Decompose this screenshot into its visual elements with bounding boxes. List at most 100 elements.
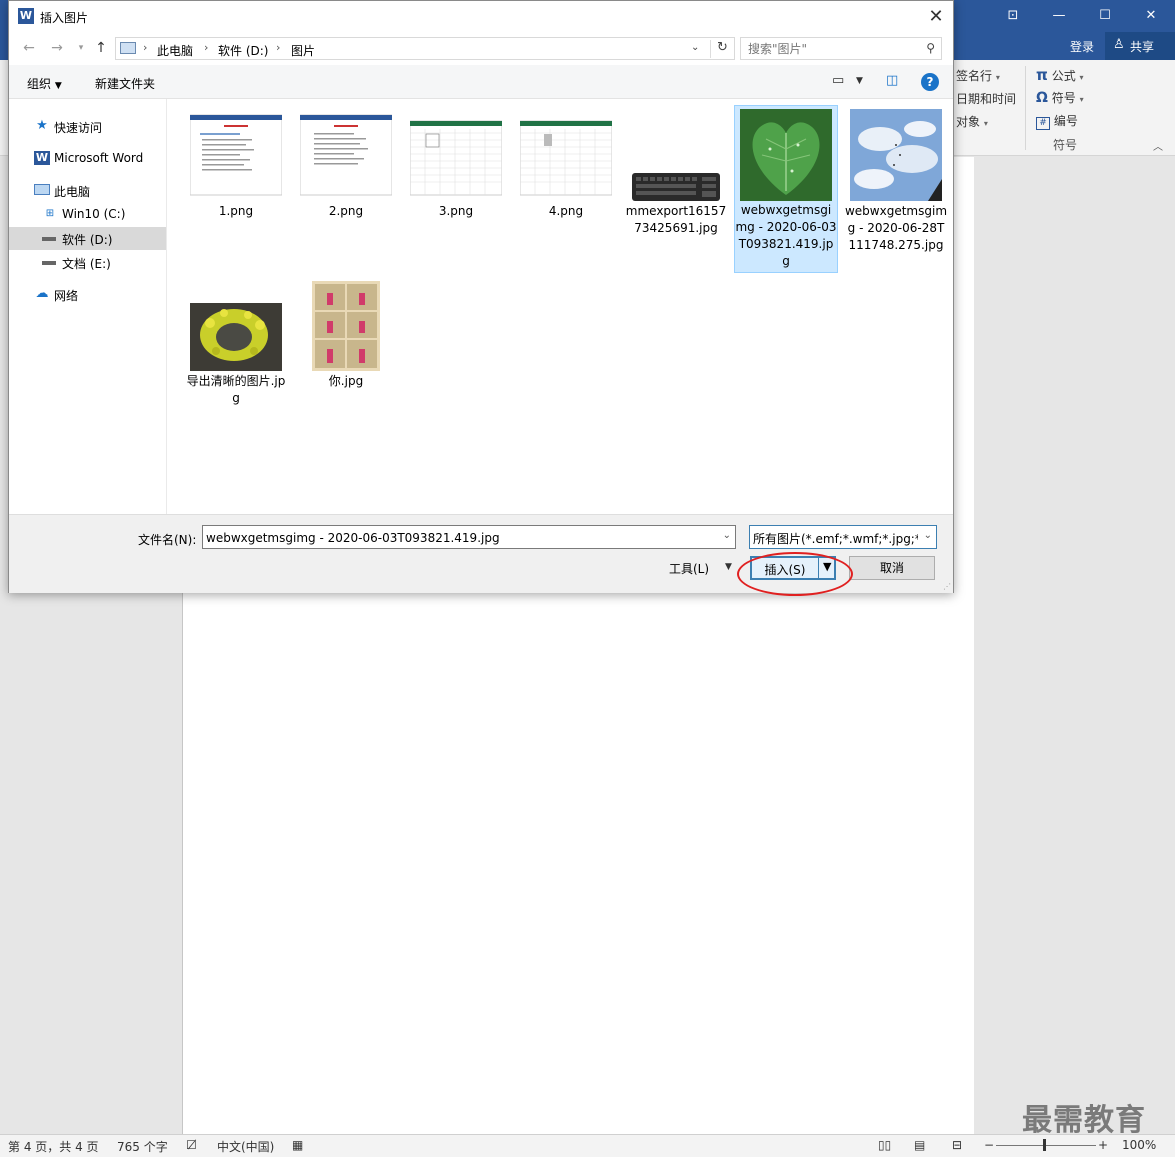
drive-icon <box>42 237 56 241</box>
ribbon-divider <box>1025 66 1026 150</box>
search-box[interactable]: ⚲ <box>740 37 942 60</box>
resize-grip-icon[interactable]: ⋰ <box>943 582 951 591</box>
zoom-out-icon[interactable]: − <box>984 1138 994 1152</box>
proofing-icon[interactable]: ☐̸ <box>186 1138 197 1152</box>
nav-item-network[interactable]: ☁ 网络 <box>9 283 166 306</box>
nav-item-drive-e[interactable]: 文档 (E:) <box>9 251 166 274</box>
number-button[interactable]: # 编号 <box>1036 112 1078 130</box>
word-count[interactable]: 765 个字 <box>117 1138 168 1155</box>
collapse-ribbon-icon[interactable]: ︿ <box>1153 138 1163 153</box>
web-layout-icon[interactable]: ⊟ <box>952 1138 962 1152</box>
file-item[interactable]: 2.png <box>294 103 398 223</box>
symbol-button[interactable]: Ω 符号 ▾ <box>1036 89 1084 106</box>
star-icon: ★ <box>36 118 48 133</box>
windows-drive-icon: ⊞ <box>45 208 55 219</box>
search-icon[interactable]: ⚲ <box>926 41 935 55</box>
help-icon[interactable]: ? <box>921 73 939 91</box>
chevron-right-icon: › <box>143 41 148 54</box>
breadcrumb-this-pc[interactable]: 此电脑 <box>157 42 193 59</box>
nav-item-label: 快速访问 <box>54 121 103 135</box>
keyboard-thumbnail <box>632 173 720 201</box>
share-button[interactable]: ♙ 共享 <box>1105 32 1175 60</box>
forward-icon[interactable]: → <box>47 38 67 58</box>
ribbon-display-icon[interactable]: ⊡ <box>990 0 1036 32</box>
close-icon[interactable]: ✕ <box>1128 0 1174 32</box>
object-label: 对象 <box>956 115 981 129</box>
login-link[interactable]: 登录 <box>1070 38 1094 55</box>
file-item[interactable]: 你.jpg <box>294 273 398 393</box>
macro-icon[interactable]: ▦ <box>292 1138 303 1152</box>
nav-item-label: 网络 <box>54 289 79 303</box>
file-item[interactable]: 3.png <box>404 103 508 223</box>
back-icon[interactable]: ← <box>19 38 39 58</box>
zoom-slider[interactable] <box>996 1145 1096 1146</box>
filename-input[interactable] <box>206 530 706 545</box>
tools-button[interactable]: 工具(L) <box>669 560 709 577</box>
file-name: 4.png <box>548 204 584 218</box>
collage-thumbnail <box>312 281 380 371</box>
file-name: mmexport1615773425691.jpg <box>625 204 727 235</box>
chevron-down-icon: ▾ <box>995 73 1000 82</box>
breadcrumb-pictures[interactable]: 图片 <box>291 42 315 59</box>
up-icon[interactable]: ↑ <box>91 38 111 58</box>
file-name: 你.jpg <box>328 374 364 388</box>
highlight-annotation <box>737 552 853 596</box>
zoom-level[interactable]: 100% <box>1122 1138 1156 1152</box>
filename-field[interactable]: ⌄ <box>202 525 736 549</box>
maximize-icon[interactable]: ☐ <box>1082 0 1128 32</box>
chevron-right-icon: › <box>276 41 281 54</box>
formula-button[interactable]: π 公式 ▾ <box>1036 66 1084 84</box>
nav-item-quick-access[interactable]: ★ 快速访问 <box>9 115 166 138</box>
dialog-title-bar: W 插入图片 ✕ <box>9 1 953 32</box>
cancel-button[interactable]: 取消 <box>849 556 935 580</box>
breadcrumb-drive-d[interactable]: 软件 (D:) <box>218 42 268 59</box>
file-type-select[interactable]: 所有图片(*.emf;*.wmf;*.jpg;*.jp ⌄ <box>749 525 937 549</box>
chevron-down-icon[interactable]: ⌄ <box>691 42 699 53</box>
organize-button[interactable]: 组织 ▼ <box>27 75 62 92</box>
file-item[interactable]: 导出清晰的图片.jpg <box>184 273 288 409</box>
pi-icon: π <box>1036 66 1048 84</box>
filename-label: 文件名(N): <box>138 533 197 547</box>
signature-line-button[interactable]: 签名行 ▾ <box>956 67 1000 84</box>
file-item[interactable]: 4.png <box>514 103 618 223</box>
refresh-icon[interactable]: ↻ <box>717 40 728 55</box>
chevron-down-icon[interactable]: ▼ <box>856 76 863 86</box>
navigation-pane: ★ 快速访问 W Microsoft Word 此电脑 ⊞ Win10 (C:)… <box>9 99 167 514</box>
ribbon-group-label: 符号 <box>1053 138 1078 152</box>
language-indicator[interactable]: 中文(中国) <box>217 1138 274 1155</box>
number-icon: # <box>1036 117 1050 130</box>
object-button[interactable]: 对象 ▾ <box>956 113 988 130</box>
print-layout-icon[interactable]: ▤ <box>914 1138 925 1152</box>
file-item[interactable]: webwxgetmsgimg - 2020-06-28T111748.275.j… <box>844 103 948 271</box>
chevron-down-icon[interactable]: ⌄ <box>723 530 731 541</box>
preview-pane-icon[interactable]: ◫ <box>886 73 898 88</box>
zoom-in-icon[interactable]: + <box>1098 1138 1108 1152</box>
page-count[interactable]: 第 4 页，共 4 页 <box>8 1138 99 1155</box>
search-input[interactable] <box>748 41 908 56</box>
spreadsheet-thumbnail <box>520 120 612 196</box>
recent-locations-icon[interactable]: ▾ <box>71 38 91 58</box>
file-item-selected[interactable]: webwxgetmsgimg - 2020-06-03T093821.419.j… <box>734 105 838 273</box>
address-bar[interactable]: › 此电脑 › 软件 (D:) › 图片 ⌄ ↻ <box>115 37 735 60</box>
nav-item-label: Win10 (C:) <box>62 207 126 221</box>
date-time-button[interactable]: 日期和时间 <box>956 90 1016 107</box>
file-item[interactable]: mmexport1615773425691.jpg <box>624 103 728 239</box>
close-icon[interactable]: ✕ <box>919 1 953 32</box>
document-thumbnail <box>300 114 392 196</box>
nav-item-drive-d[interactable]: 软件 (D:) <box>9 227 166 250</box>
address-divider <box>710 40 711 58</box>
zoom-slider-thumb[interactable] <box>1043 1139 1046 1151</box>
minimize-icon[interactable]: — <box>1036 0 1082 32</box>
view-options-icon[interactable]: ▭ <box>832 73 844 88</box>
nav-item-this-pc[interactable]: 此电脑 <box>9 179 166 202</box>
read-mode-icon[interactable]: ▯▯ <box>878 1138 891 1152</box>
new-folder-button[interactable]: 新建文件夹 <box>95 75 155 92</box>
document-right-margin <box>975 157 1175 1134</box>
number-label: 编号 <box>1053 114 1078 128</box>
chevron-down-icon[interactable]: ▼ <box>725 562 732 572</box>
nav-item-microsoft-word[interactable]: W Microsoft Word <box>9 147 166 170</box>
file-item[interactable]: 1.png <box>184 103 288 223</box>
computer-icon <box>120 42 136 54</box>
nav-item-drive-c[interactable]: ⊞ Win10 (C:) <box>9 203 166 226</box>
word-icon: W <box>18 8 34 24</box>
